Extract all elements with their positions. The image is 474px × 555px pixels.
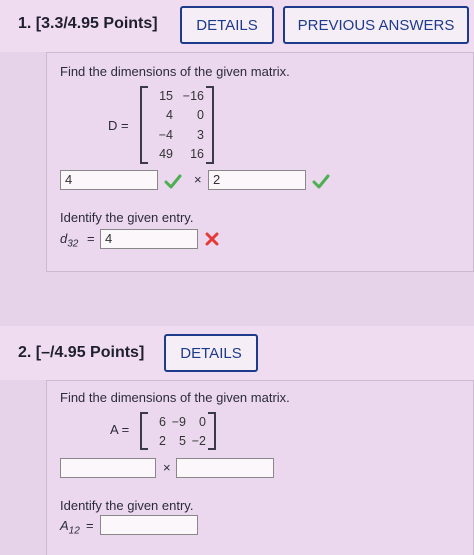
q1-matrix-name: D = xyxy=(108,118,129,133)
q1-cell: 15 xyxy=(159,88,173,103)
q1-cell: −16 xyxy=(182,88,204,103)
q2-points-header: 2. [–/4.95 Points] xyxy=(18,344,145,361)
check-icon xyxy=(164,174,182,189)
q2-times-symbol: × xyxy=(163,460,171,475)
q1-entry-input[interactable]: 4 xyxy=(100,229,198,249)
q2-rows-input[interactable] xyxy=(60,458,156,478)
cross-icon xyxy=(205,232,219,246)
q1-cell: 16 xyxy=(190,147,204,162)
q1-columns-input[interactable]: 2 xyxy=(208,170,306,190)
q1-entry-equals: = xyxy=(87,231,95,246)
q2-cell: 2 xyxy=(159,433,166,448)
q2-cell: 0 xyxy=(199,414,206,429)
q1-details-button[interactable]: DETAILS xyxy=(180,6,274,44)
q1-times-symbol: × xyxy=(194,172,202,187)
q1-cell: 0 xyxy=(197,108,204,123)
q1-cell: 3 xyxy=(197,127,204,142)
q1-previous-answers-button[interactable]: PREVIOUS ANSWERS xyxy=(283,6,469,44)
q1-rows-input[interactable]: 4 xyxy=(60,170,158,190)
q1-entry-label: d32 xyxy=(60,231,79,250)
q2-details-button[interactable]: DETAILS xyxy=(164,334,258,372)
q1-prompt: Find the dimensions of the given matrix. xyxy=(60,64,290,79)
q1-cell: −4 xyxy=(158,127,173,142)
q2-prompt: Find the dimensions of the given matrix. xyxy=(60,390,290,405)
check-icon xyxy=(312,174,330,189)
q2-columns-input[interactable] xyxy=(176,458,274,478)
q1-entry-prompt: Identify the given entry. xyxy=(60,210,194,225)
q1-points-header: 1. [3.3/4.95 Points] xyxy=(18,15,158,32)
q2-entry-input[interactable] xyxy=(100,515,198,535)
q2-cell: −9 xyxy=(171,414,186,429)
q1-cell: 4 xyxy=(166,108,173,123)
q2-cell: −2 xyxy=(191,433,206,448)
q1-cell: 49 xyxy=(159,147,173,162)
q1-matrix: 15 −16 4 0 −4 3 49 16 xyxy=(140,86,214,164)
q2-entry-label: A12 xyxy=(60,518,80,537)
q2-cell: 6 xyxy=(159,414,166,429)
q2-entry-prompt: Identify the given entry. xyxy=(60,498,194,513)
q2-matrix: 6 −9 0 2 5 −2 xyxy=(140,412,216,450)
q2-entry-equals: = xyxy=(86,518,94,533)
q2-cell: 5 xyxy=(179,433,186,448)
q2-matrix-name: A = xyxy=(110,422,130,437)
